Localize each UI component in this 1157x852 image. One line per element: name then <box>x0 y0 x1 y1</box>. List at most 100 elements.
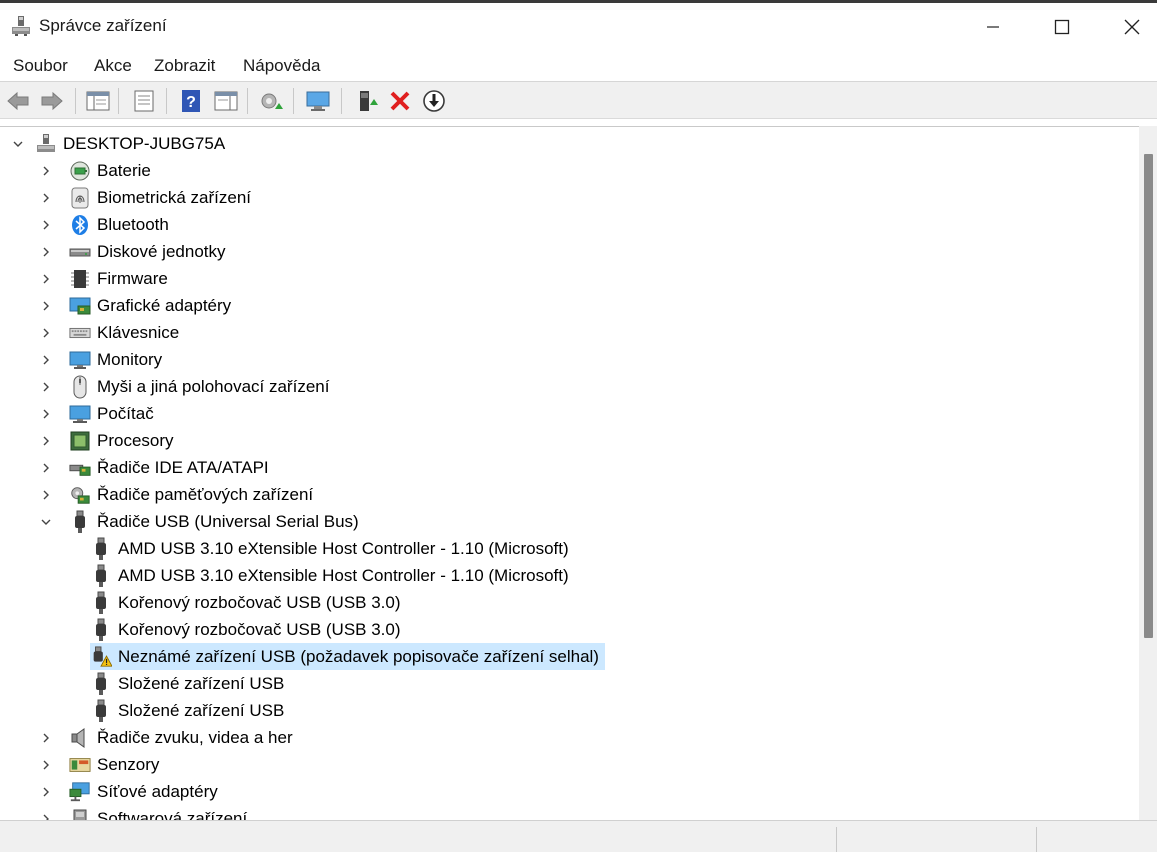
chevron-right-icon[interactable] <box>39 272 53 286</box>
maximize-button[interactable] <box>1027 6 1097 48</box>
forward-icon <box>41 91 63 111</box>
menu-soubor[interactable]: Soubor <box>13 56 68 76</box>
help-button[interactable]: ? <box>178 88 204 114</box>
chevron-down-icon[interactable] <box>39 515 53 529</box>
toolbar-separator <box>247 88 248 114</box>
tree-category[interactable]: Procesory <box>39 427 174 454</box>
disable-device-icon <box>423 90 445 112</box>
chevron-right-icon[interactable] <box>39 191 53 205</box>
tree-category[interactable]: Biometrická zařízení <box>39 184 251 211</box>
status-bar <box>0 820 1157 852</box>
title-bar[interactable]: Správce zařízení <box>0 3 1157 47</box>
tree-category[interactable]: Monitory <box>39 346 162 373</box>
disable-device-button[interactable] <box>421 88 447 114</box>
tree-category[interactable]: Síťové adaptéry <box>39 778 218 805</box>
tree-device-selected[interactable]: Neznámé zařízení USB (požadavek popisova… <box>90 643 605 670</box>
tree-device[interactable]: Kořenový rozbočovač USB (USB 3.0) <box>90 616 401 643</box>
device-manager-app-icon <box>10 15 32 37</box>
minimize-button[interactable] <box>958 6 1028 48</box>
menu-akce[interactable]: Akce <box>94 56 132 76</box>
keyboard-icon <box>69 322 91 344</box>
toolbar-separator <box>293 88 294 114</box>
tree-category[interactable]: Řadiče USB (Universal Serial Bus) <box>39 508 359 535</box>
tree-item-label: Myši a jiná polohovací zařízení <box>97 376 330 396</box>
tree-root[interactable]: DESKTOP-JUBG75A <box>11 130 225 157</box>
tree-device[interactable]: AMD USB 3.10 eXtensible Host Controller … <box>90 535 569 562</box>
scan-hardware-button[interactable] <box>305 88 331 114</box>
chevron-right-icon[interactable] <box>39 326 53 340</box>
speaker-icon <box>69 727 91 749</box>
computer-name: DESKTOP-JUBG75A <box>63 133 226 153</box>
uninstall-device-icon <box>390 91 410 111</box>
tree-category[interactable]: Softwarová zařízení <box>39 805 247 821</box>
chevron-right-icon[interactable] <box>39 758 53 772</box>
chevron-right-icon[interactable] <box>39 407 53 421</box>
menu-zobrazit[interactable]: Zobrazit <box>154 56 215 76</box>
tree-device[interactable]: Kořenový rozbočovač USB (USB 3.0) <box>90 589 401 616</box>
tree-category[interactable]: Bluetooth <box>39 211 169 238</box>
chevron-right-icon[interactable] <box>39 380 53 394</box>
tree-category[interactable]: Diskové jednotky <box>39 238 226 265</box>
tree-category[interactable]: Řadiče zvuku, videa a her <box>39 724 293 751</box>
device-tree[interactable]: DESKTOP-JUBG75A Baterie Biometrická zaříz… <box>0 126 1139 821</box>
tree-item-label: Monitory <box>97 349 163 369</box>
toolbar-separator <box>75 88 76 114</box>
forward-button[interactable] <box>39 88 65 114</box>
tree-category[interactable]: Počítač <box>39 400 154 427</box>
fingerprint-icon <box>69 187 91 209</box>
vertical-scrollbar[interactable] <box>1139 126 1157 820</box>
tree-item-label: Řadiče zvuku, videa a her <box>97 727 293 747</box>
back-button[interactable] <box>5 88 31 114</box>
scan-hardware-icon <box>306 91 330 111</box>
chevron-down-icon[interactable] <box>11 137 25 151</box>
tree-device[interactable]: Složené zařízení USB <box>90 697 284 724</box>
properties-button[interactable] <box>131 88 157 114</box>
tree-category[interactable]: Senzory <box>39 751 159 778</box>
tree-category[interactable]: Firmware <box>39 265 168 292</box>
chevron-right-icon[interactable] <box>39 731 53 745</box>
tree-category[interactable]: Baterie <box>39 157 151 184</box>
update-driver-button[interactable] <box>258 88 284 114</box>
tree-category[interactable]: Řadiče IDE ATA/ATAPI <box>39 454 269 481</box>
chevron-right-icon[interactable] <box>39 785 53 799</box>
chevron-right-icon[interactable] <box>39 245 53 259</box>
uninstall-device-button[interactable] <box>387 88 413 114</box>
tree-category[interactable]: Myši a jiná polohovací zařízení <box>39 373 329 400</box>
toolbar-separator <box>166 88 167 114</box>
toolbar-separator <box>341 88 342 114</box>
tree-item-label: Řadiče USB (Universal Serial Bus) <box>97 511 359 531</box>
usb-connector-icon <box>90 564 112 587</box>
tree-category[interactable]: Grafické adaptéry <box>39 292 231 319</box>
properties-icon <box>134 90 154 112</box>
computer-tower-icon <box>35 133 57 155</box>
tree-item-label: Grafické adaptéry <box>97 295 232 315</box>
chevron-right-icon[interactable] <box>39 164 53 178</box>
svg-text:?: ? <box>186 94 196 111</box>
tree-category[interactable]: Klávesnice <box>39 319 179 346</box>
show-hide-console-tree-icon <box>86 91 110 111</box>
chevron-right-icon[interactable] <box>39 218 53 232</box>
tree-item-label: AMD USB 3.10 eXtensible Host Controller … <box>118 538 569 558</box>
enable-device-button[interactable] <box>355 88 381 114</box>
tree-item-label: Klávesnice <box>97 322 180 342</box>
processor-icon <box>69 430 91 452</box>
status-divider <box>836 827 837 852</box>
tree-device[interactable]: AMD USB 3.10 eXtensible Host Controller … <box>90 562 569 589</box>
action-pane-icon <box>214 91 238 111</box>
tree-item-label: Procesory <box>97 430 174 450</box>
close-button[interactable] <box>1097 6 1157 48</box>
scrollbar-thumb[interactable] <box>1144 154 1153 638</box>
show-hide-console-tree-button[interactable] <box>85 88 111 114</box>
chevron-right-icon[interactable] <box>39 461 53 475</box>
tree-device[interactable]: Složené zařízení USB <box>90 670 284 697</box>
tree-item-label: Řadiče paměťových zařízení <box>97 484 314 504</box>
chevron-right-icon[interactable] <box>39 299 53 313</box>
tree-item-label: AMD USB 3.10 eXtensible Host Controller … <box>118 565 569 585</box>
tree-item-label: Neznámé zařízení USB (požadavek popisova… <box>118 646 599 666</box>
chevron-right-icon[interactable] <box>39 488 53 502</box>
chevron-right-icon[interactable] <box>39 434 53 448</box>
menu-napoveda[interactable]: Nápověda <box>243 56 321 76</box>
tree-category[interactable]: Řadiče paměťových zařízení <box>39 481 313 508</box>
chevron-right-icon[interactable] <box>39 353 53 367</box>
action-pane-button[interactable] <box>213 88 239 114</box>
